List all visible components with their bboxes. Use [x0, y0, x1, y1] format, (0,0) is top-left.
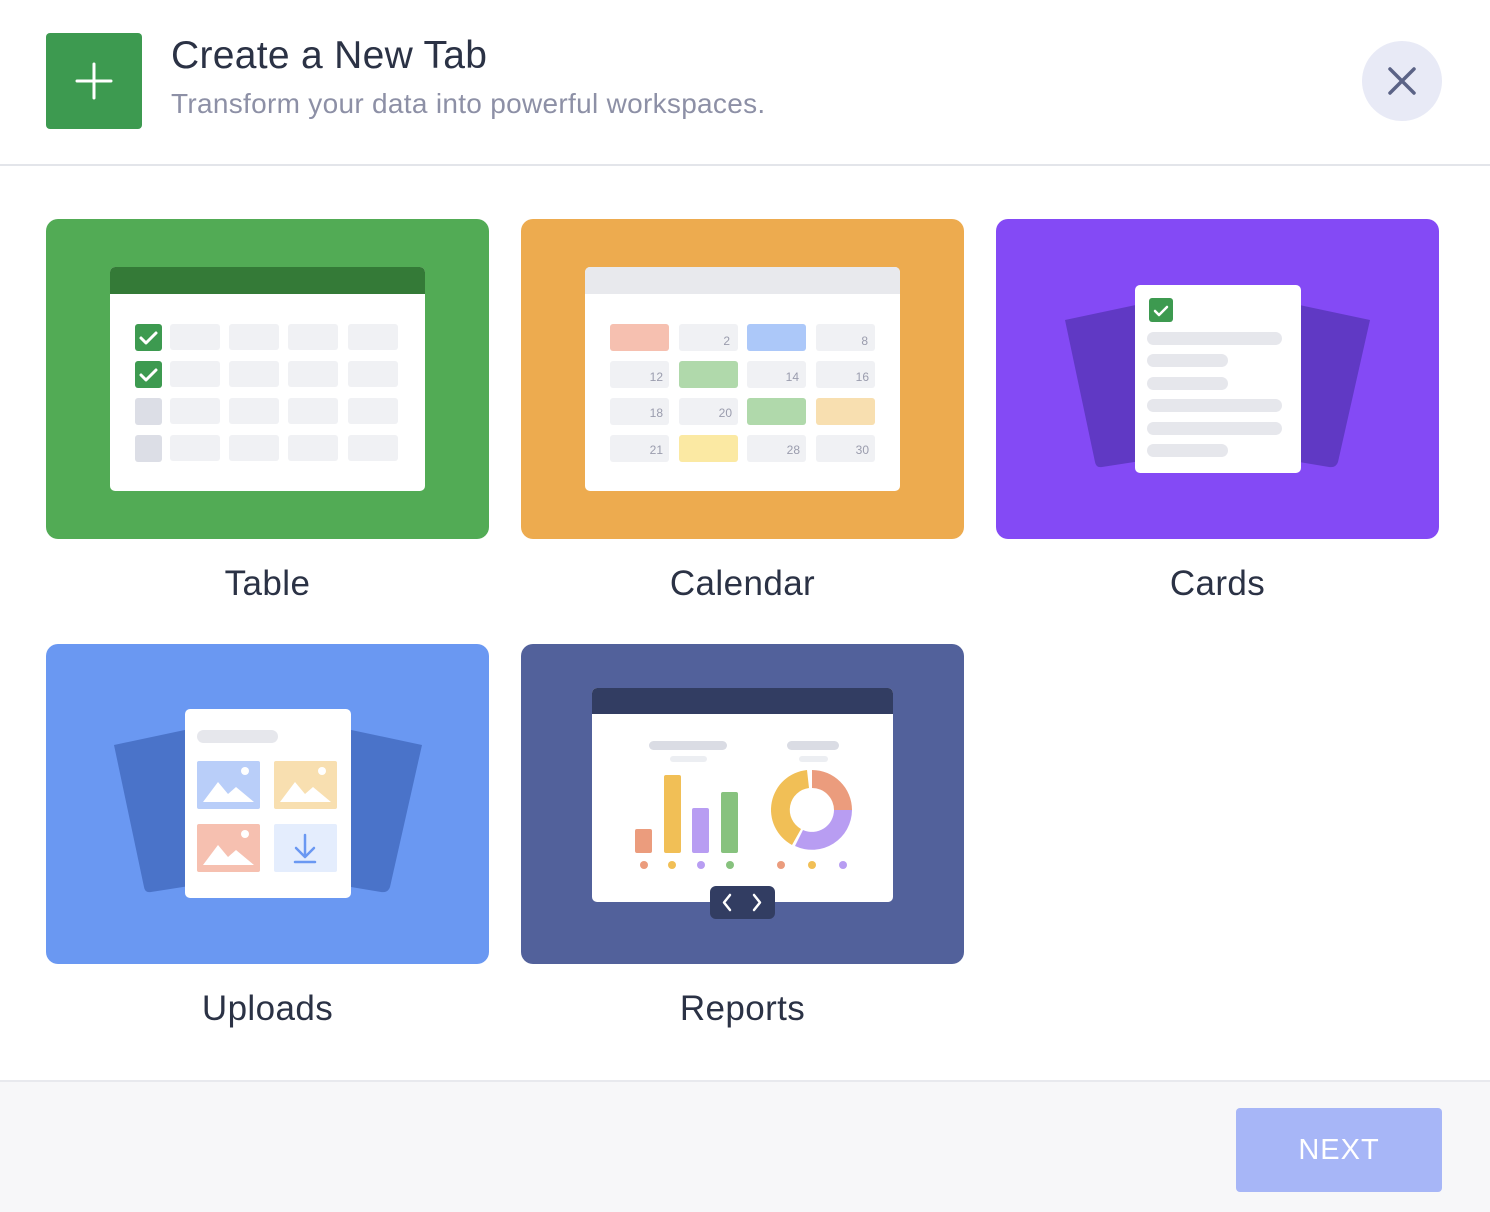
- option-calendar[interactable]: 2 8 12 14 16 18 20 21 28 30 Calendar: [521, 219, 964, 603]
- calendar-day: 2: [723, 334, 730, 348]
- option-uploads[interactable]: Uploads: [46, 644, 489, 1028]
- calendar-illustration: 2 8 12 14 16 18 20 21 28 30: [521, 219, 964, 539]
- cards-illustration: [996, 219, 1439, 539]
- table-illustration: [46, 219, 489, 539]
- plus-icon: [46, 33, 142, 129]
- option-cards-label: Cards: [1169, 564, 1266, 603]
- dialog-subtitle: Transform your data into powerful worksp…: [171, 88, 766, 119]
- close-button[interactable]: [1362, 41, 1442, 121]
- calendar-day: 16: [856, 370, 870, 384]
- calendar-day: 21: [650, 443, 664, 457]
- option-table-label: Table: [224, 564, 311, 603]
- calendar-day: 12: [650, 370, 664, 384]
- next-button[interactable]: NEXT: [1236, 1108, 1442, 1192]
- calendar-day: 28: [787, 443, 801, 457]
- uploads-illustration: [46, 644, 489, 964]
- reports-illustration: [521, 644, 964, 964]
- calendar-day: 18: [650, 406, 664, 420]
- option-table[interactable]: Table: [46, 219, 489, 603]
- option-reports[interactable]: Reports: [521, 644, 964, 1028]
- dialog-footer: NEXT: [0, 1080, 1490, 1212]
- dialog-header: Create a New Tab Transform your data int…: [0, 0, 1490, 166]
- option-reports-label: Reports: [679, 989, 806, 1028]
- calendar-day: 14: [786, 370, 800, 384]
- calendar-day: 30: [856, 443, 870, 457]
- dialog-title: Create a New Tab: [171, 34, 488, 77]
- option-cards[interactable]: Cards: [996, 219, 1439, 603]
- option-calendar-label: Calendar: [669, 564, 816, 603]
- calendar-day: 20: [719, 406, 733, 420]
- close-icon: [1388, 67, 1416, 95]
- calendar-day: 8: [861, 334, 868, 348]
- option-uploads-label: Uploads: [201, 989, 334, 1028]
